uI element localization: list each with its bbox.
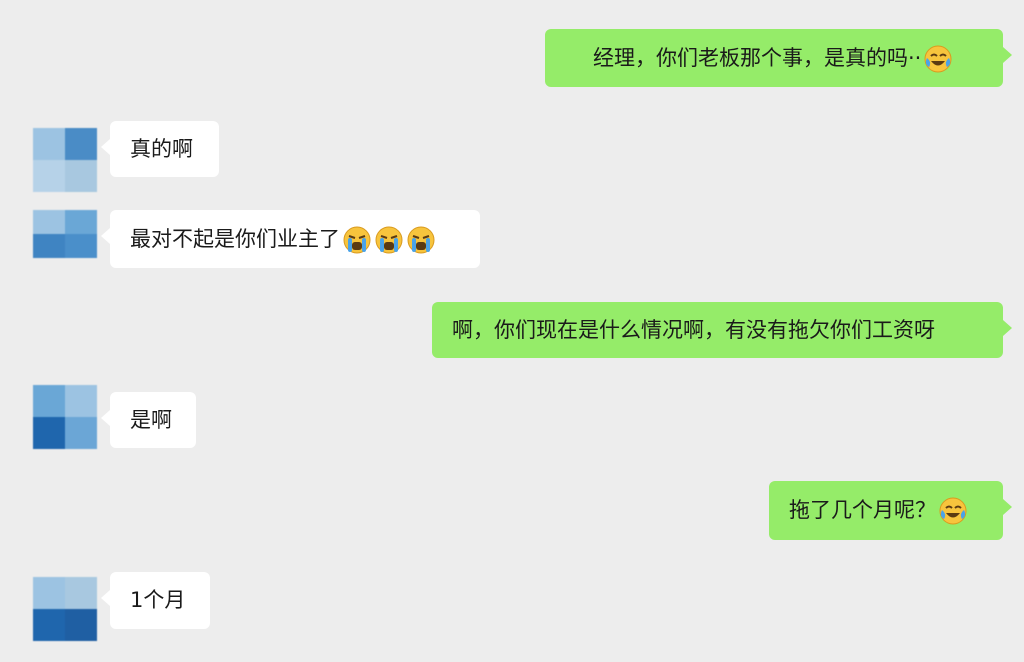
message-bubble-incoming[interactable]: 真的啊 [101, 121, 219, 177]
message-bubble-outgoing[interactable]: 经理，你们老板那个事，是真的吗·· [545, 29, 1012, 87]
message-text: 真的啊 [130, 137, 193, 161]
message-bubble-incoming[interactable]: 1个月 [101, 572, 210, 629]
chat-view: 经理，你们老板那个事，是真的吗·· 真的啊 最对不起是你们业主了 啊，你们现在是… [0, 0, 1024, 662]
loud-cry-emoji-icon [374, 225, 404, 255]
message-bubble-outgoing[interactable]: 啊，你们现在是什么情况啊，有没有拖欠你们工资呀 [432, 302, 1012, 358]
message-bubble-incoming[interactable]: 是啊 [101, 392, 196, 448]
message-bubble-incoming[interactable]: 最对不起是你们业主了 [101, 210, 480, 268]
avatar[interactable] [33, 385, 97, 449]
loud-cry-emoji-icon [406, 225, 436, 255]
message-text: 拖了几个月呢？ [789, 498, 936, 522]
avatar[interactable] [33, 577, 97, 641]
laugh-cry-emoji-icon [938, 496, 968, 526]
message-text: 经理，你们老板那个事，是真的吗·· [593, 46, 922, 70]
message-text: 最对不起是你们业主了 [130, 227, 340, 251]
message-text: 1个月 [130, 588, 186, 612]
loud-cry-emoji-icon [342, 225, 372, 255]
message-text: 啊，你们现在是什么情况啊，有没有拖欠你们工资呀 [452, 318, 935, 342]
laugh-cry-emoji-icon [923, 44, 953, 74]
avatar[interactable] [33, 210, 97, 258]
message-bubble-outgoing[interactable]: 拖了几个月呢？ [769, 481, 1012, 540]
avatar[interactable] [33, 128, 97, 192]
message-text: 是啊 [130, 408, 172, 432]
